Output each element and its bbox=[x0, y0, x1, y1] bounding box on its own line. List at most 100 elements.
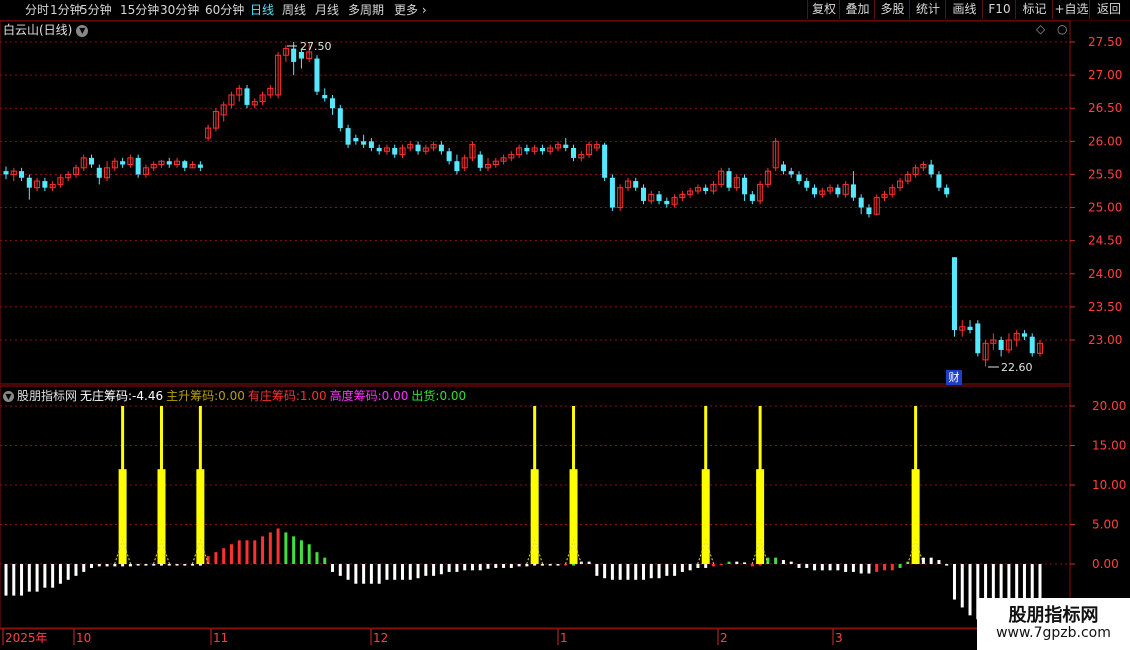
indicator-bar bbox=[743, 562, 747, 564]
indicator-bar bbox=[813, 564, 817, 571]
candle-body bbox=[322, 94, 328, 99]
indicator-tick-label: 20.00 bbox=[1092, 399, 1126, 413]
indicator-bar bbox=[51, 564, 55, 588]
watermark-url: www.7gpzb.com bbox=[996, 625, 1111, 641]
indicator-bar bbox=[292, 536, 296, 564]
indicator-bar bbox=[898, 564, 902, 568]
indicator-bar bbox=[152, 564, 156, 566]
indicator-bar bbox=[494, 564, 498, 568]
candle-body bbox=[361, 141, 367, 145]
spike-bar-body bbox=[530, 469, 539, 564]
indicator-bar bbox=[58, 564, 62, 584]
indicator-bar bbox=[502, 564, 506, 568]
candle-body bbox=[640, 187, 647, 201]
time-label: 2 bbox=[720, 631, 728, 645]
high-price-label: 27.50 bbox=[300, 40, 332, 53]
spike-bar-body bbox=[118, 469, 127, 564]
indicator-bar bbox=[688, 564, 692, 571]
candle-body bbox=[602, 144, 608, 178]
time-label: 10 bbox=[76, 631, 91, 645]
spike-bar-body bbox=[196, 469, 205, 564]
indicator-bar bbox=[727, 561, 731, 564]
indicator-bar bbox=[183, 564, 187, 566]
indicator-bar bbox=[673, 564, 677, 576]
indicator-bar bbox=[237, 540, 241, 564]
candle-body bbox=[96, 167, 102, 178]
indicator-bar bbox=[626, 564, 630, 580]
indicator-bar bbox=[509, 564, 513, 568]
indicator-bar bbox=[696, 564, 700, 568]
indicator-name[interactable]: 股朋指标网 bbox=[17, 389, 77, 403]
candle-body bbox=[454, 161, 460, 172]
candle-body bbox=[392, 147, 398, 155]
indicator-bar bbox=[175, 564, 179, 566]
watermark-title: 股朋指标网 bbox=[1008, 605, 1099, 626]
candle-body bbox=[742, 177, 748, 195]
candle-body bbox=[703, 187, 709, 191]
indicator-bar bbox=[400, 564, 404, 580]
candle-body bbox=[353, 138, 359, 142]
financial-report-badge[interactable]: 财 bbox=[946, 370, 962, 385]
candle-body bbox=[244, 88, 250, 105]
candle-body bbox=[633, 181, 639, 188]
indicator-bar bbox=[774, 557, 778, 564]
candle-body bbox=[1029, 336, 1035, 354]
indicator-bar bbox=[121, 564, 125, 567]
candle-body bbox=[19, 171, 25, 178]
candle-body bbox=[664, 200, 670, 205]
candle-body bbox=[446, 151, 452, 162]
candle-body bbox=[975, 323, 981, 354]
indicator-bar bbox=[556, 564, 560, 566]
indicator-bar bbox=[657, 564, 661, 579]
indicator-bar bbox=[105, 564, 109, 567]
indicator-bar bbox=[828, 564, 832, 571]
indicator-bar bbox=[253, 540, 257, 564]
time-label: 3 bbox=[835, 631, 843, 645]
candle-body bbox=[345, 128, 351, 145]
candle-body bbox=[3, 171, 9, 175]
indicator-bar bbox=[587, 561, 591, 564]
indicator-bar bbox=[851, 564, 855, 572]
candle-body bbox=[928, 164, 934, 175]
candle-body bbox=[858, 197, 864, 208]
indicator-value-2: 有庄筹码:1.00 bbox=[247, 389, 327, 403]
spike-bar-body bbox=[569, 469, 578, 564]
indicator-bar bbox=[680, 564, 684, 572]
candle-body bbox=[438, 144, 444, 152]
indicator-bar bbox=[214, 552, 218, 564]
candle-body bbox=[804, 181, 810, 188]
indicator-bar bbox=[416, 564, 420, 579]
indicator-bar bbox=[540, 564, 544, 566]
indicator-bar bbox=[548, 564, 552, 566]
price-tick-label: 24.50 bbox=[1088, 234, 1122, 248]
indicator-bar bbox=[595, 564, 599, 576]
indicator-bar bbox=[836, 564, 840, 571]
indicator-bar bbox=[875, 564, 879, 572]
indicator-value-0: 无庄筹码:-4.46 bbox=[80, 389, 164, 403]
candle-body bbox=[944, 187, 950, 195]
time-label: 1 bbox=[560, 631, 568, 645]
indicator-legend: ▼ 股朋指标网 无庄筹码:-4.46 主升筹码:0.00 有庄筹码:1.00 高度筹码:0… bbox=[3, 387, 469, 404]
indicator-bar bbox=[517, 564, 521, 567]
indicator-bar bbox=[805, 564, 809, 568]
price-tick-label: 26.50 bbox=[1088, 101, 1122, 115]
candle-body bbox=[563, 144, 569, 148]
candle-body bbox=[726, 171, 732, 188]
indicator-toggle-icon[interactable]: ▼ bbox=[3, 391, 14, 402]
spike-bar-body bbox=[911, 469, 920, 564]
watermark-logo: 股朋指标网 www.7gpzb.com bbox=[977, 598, 1130, 650]
price-tick-label: 26.00 bbox=[1088, 134, 1122, 148]
candle-body bbox=[835, 187, 841, 195]
candle-body bbox=[477, 154, 483, 168]
indicator-bar bbox=[245, 540, 249, 564]
indicator-bar bbox=[781, 560, 785, 564]
price-tick-label: 27.00 bbox=[1088, 68, 1122, 82]
indicator-bar bbox=[463, 564, 467, 571]
indicator-bar bbox=[338, 564, 342, 576]
indicator-bar bbox=[144, 564, 148, 566]
indicator-bar bbox=[331, 564, 335, 572]
candle-body bbox=[812, 187, 818, 195]
indicator-bar bbox=[572, 564, 576, 566]
indicator-bar bbox=[35, 564, 39, 592]
indicator-bar bbox=[113, 564, 117, 567]
